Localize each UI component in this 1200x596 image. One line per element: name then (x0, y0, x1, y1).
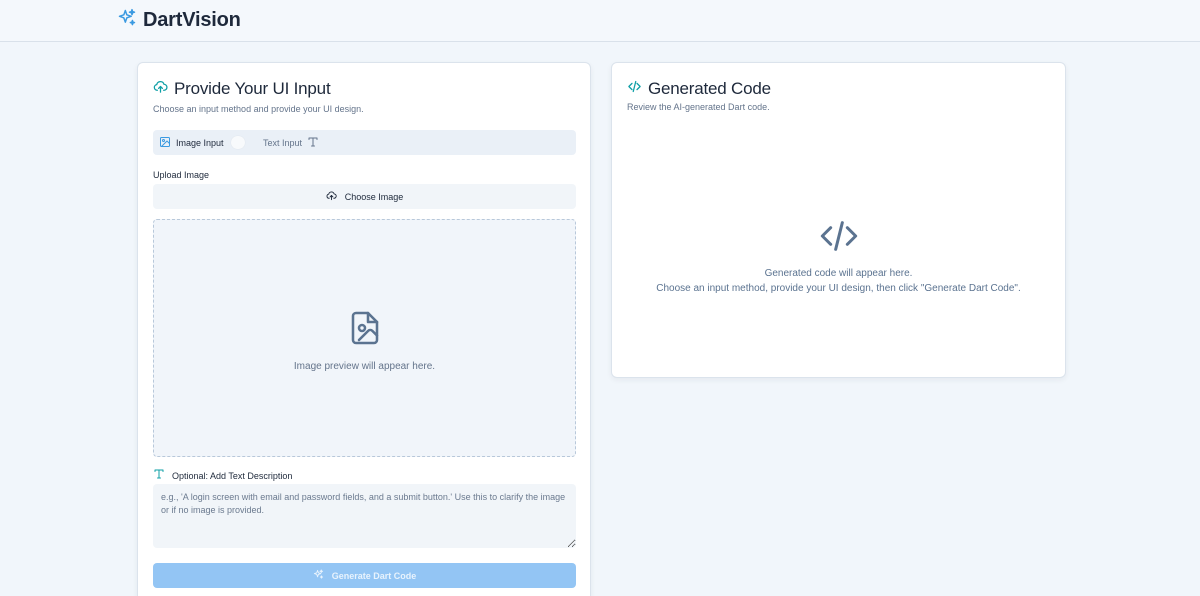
text-description-heading: Optional: Add Text Description (153, 467, 292, 485)
output-panel-description: Review the AI-generated Dart code. (627, 102, 770, 112)
input-panel: Provide Your UI Input Choose an input me… (137, 62, 591, 596)
input-panel-heading: Provide Your UI Input (153, 79, 331, 99)
output-panel-heading: Generated Code (627, 79, 771, 99)
output-panel-title: Generated Code (648, 79, 771, 98)
text-description-label: Optional: Add Text Description (172, 471, 293, 481)
toggle-image-input[interactable]: Image Input (159, 130, 224, 155)
code-icon (819, 219, 859, 258)
generate-dart-code-button[interactable]: Generate Dart Code (153, 563, 576, 588)
input-panel-description: Choose an input method and provide your … (153, 104, 364, 114)
app-title: DartVision (143, 9, 241, 31)
dropzone-content: Image preview will appear here. (154, 308, 575, 372)
code-icon (627, 79, 642, 99)
choose-image-label: Choose Image (344, 191, 404, 202)
cloud-upload-icon (326, 190, 337, 203)
upload-image-label: Upload Image (153, 170, 210, 180)
choose-image-button[interactable]: Choose Image (153, 184, 576, 209)
image-icon (159, 136, 171, 150)
sparkles-icon (313, 569, 324, 582)
empty-state-line-2: Choose an input method, provide your UI … (656, 283, 1021, 294)
app-header: DartVision (0, 0, 1200, 42)
text-description-input[interactable] (153, 484, 576, 548)
toggle-text-input[interactable]: Text Input (263, 130, 319, 155)
toggle-image-label: Image Input (176, 137, 224, 148)
output-panel: Generated Code Review the AI-generated D… (611, 62, 1066, 378)
code-empty-state: Generated code will appear here. Choose … (612, 219, 1065, 296)
type-icon (307, 136, 319, 150)
input-panel-title: Provide Your UI Input (174, 79, 331, 98)
input-method-switch[interactable] (231, 136, 245, 149)
input-method-toggle: Image Input Text Input (153, 130, 576, 155)
toggle-text-label: Text Input (263, 137, 303, 148)
sparkles-icon (117, 8, 137, 33)
image-dropzone[interactable]: Image preview will appear here. (153, 219, 576, 457)
file-image-icon (347, 308, 383, 353)
generate-button-label: Generate Dart Code (331, 570, 417, 581)
type-icon (153, 467, 165, 485)
brand[interactable]: DartVision (117, 8, 241, 33)
cloud-upload-icon (153, 79, 168, 99)
empty-state-line-1: Generated code will appear here. (764, 268, 913, 279)
image-preview-placeholder: Image preview will appear here. (293, 361, 436, 372)
